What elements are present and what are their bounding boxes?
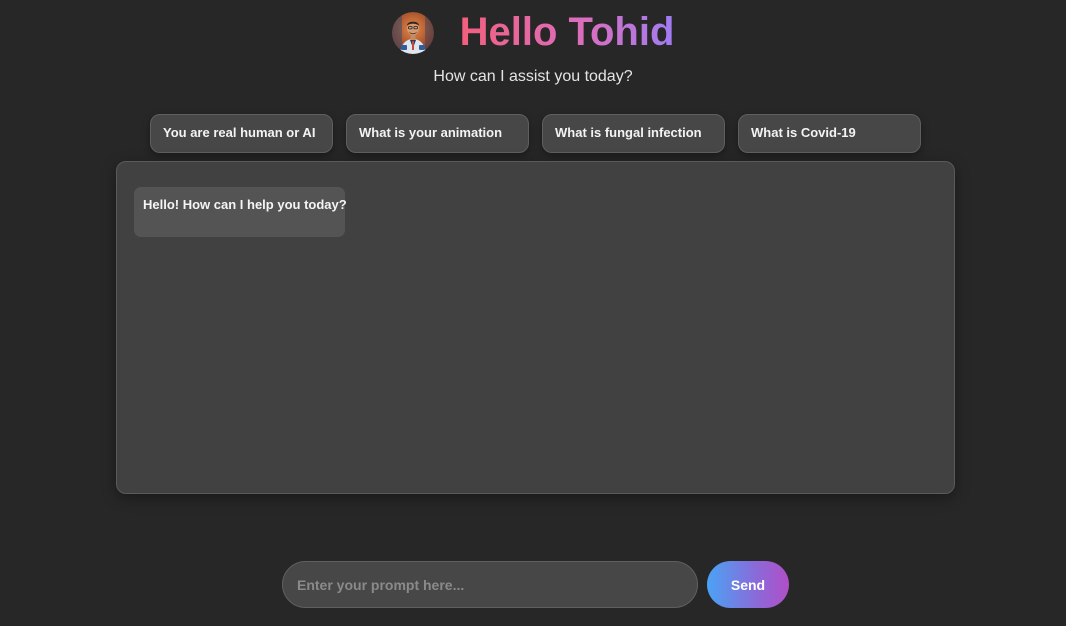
suggestion-chip[interactable]: What is your animation — [346, 114, 529, 153]
person-portrait-icon — [391, 12, 434, 54]
suggestion-chip[interactable]: What is Covid-19 — [738, 114, 921, 153]
page-title: Hello Tohid — [459, 10, 675, 54]
chat-app: Hello Tohid How can I assist you today? … — [0, 0, 1066, 626]
avatar — [391, 12, 434, 54]
suggestion-chip[interactable]: You are real human or AI — [150, 114, 333, 153]
suggestion-list: You are real human or AI What is your an… — [150, 114, 921, 153]
header: Hello Tohid — [0, 10, 1066, 56]
suggestion-chip[interactable]: What is fungal infection — [542, 114, 725, 153]
prompt-input[interactable] — [282, 561, 698, 608]
send-button[interactable]: Send — [707, 561, 789, 608]
chat-window[interactable]: Hello! How can I help you today? — [116, 161, 955, 494]
bot-message-bubble: Hello! How can I help you today? — [134, 187, 347, 237]
header-inner: Hello Tohid — [391, 10, 675, 56]
page-subtitle: How can I assist you today? — [433, 68, 633, 85]
